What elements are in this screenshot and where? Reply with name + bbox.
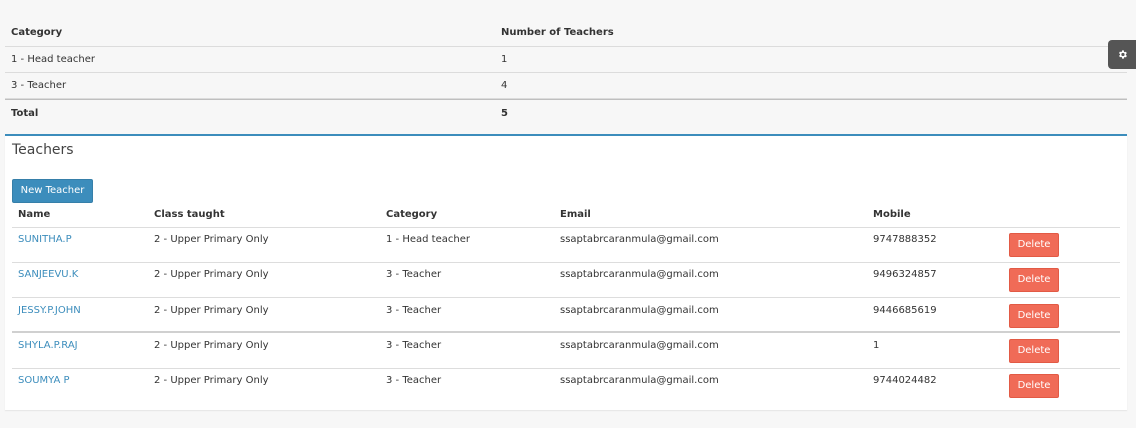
delete-button[interactable]: Delete [1009, 339, 1059, 363]
delete-button[interactable]: Delete [1009, 304, 1059, 328]
teacher-category: 3 - Teacher [386, 269, 442, 280]
teacher-name-link[interactable]: JESSY.P.JOHN [18, 305, 81, 316]
teacher-mobile: 9747888352 [873, 234, 937, 245]
delete-button[interactable]: Delete [1009, 268, 1059, 292]
column-header-email: Email [560, 209, 591, 220]
teacher-name-link[interactable]: SUNITHA.P [18, 234, 72, 245]
teacher-email: ssaptabrcaranmula@gmail.com [560, 340, 719, 351]
column-header-category: Category [386, 209, 438, 220]
summary-count: 4 [501, 80, 508, 91]
teacher-mobile: 9446685619 [873, 305, 937, 316]
table-row: SANJEEVU.K 2 - Upper Primary Only 3 - Te… [12, 262, 1120, 298]
column-header-class: Class taught [154, 209, 225, 220]
teacher-mobile: 9744024482 [873, 375, 937, 386]
table-row: SHYLA.P.RAJ 2 - Upper Primary Only 3 - T… [12, 333, 1120, 369]
summary-category: 3 - Teacher [11, 80, 67, 91]
summary-header-category: Category [11, 27, 63, 38]
settings-toggle-button[interactable] [1108, 40, 1136, 69]
summary-header-row: Category Number of Teachers [5, 20, 1127, 47]
teacher-mobile: 9496324857 [873, 269, 937, 280]
teacher-category: 3 - Teacher [386, 340, 442, 351]
teacher-name-link[interactable]: SHYLA.P.RAJ [18, 340, 78, 351]
delete-button[interactable]: Delete [1009, 374, 1059, 398]
summary-count: 1 [501, 54, 508, 65]
teacher-category: 3 - Teacher [386, 375, 442, 386]
teacher-class: 2 - Upper Primary Only [154, 234, 269, 245]
teachers-table-header: Name Class taught Category Email Mobile [12, 206, 1120, 228]
teacher-name-link[interactable]: SANJEEVU.K [18, 269, 78, 280]
summary-row: 1 - Head teacher 1 [5, 47, 1127, 73]
teacher-class: 2 - Upper Primary Only [154, 305, 269, 316]
summary-total-row: Total 5 [5, 99, 1127, 126]
summary-header-count: Number of Teachers [501, 27, 614, 38]
summary-row: 3 - Teacher 4 [5, 73, 1127, 99]
teacher-class: 2 - Upper Primary Only [154, 375, 269, 386]
teacher-email: ssaptabrcaranmula@gmail.com [560, 269, 719, 280]
teacher-email: ssaptabrcaranmula@gmail.com [560, 305, 719, 316]
panel-title: Teachers [12, 142, 74, 158]
gear-icon [1118, 50, 1127, 59]
teacher-email: ssaptabrcaranmula@gmail.com [560, 234, 719, 245]
table-row: JESSY.P.JOHN 2 - Upper Primary Only 3 - … [12, 297, 1120, 333]
table-row: SUNITHA.P 2 - Upper Primary Only 1 - Hea… [12, 227, 1120, 263]
summary-category: 1 - Head teacher [11, 54, 95, 65]
delete-button[interactable]: Delete [1009, 233, 1059, 257]
teachers-panel: Teachers New Teacher Name Class taught C… [5, 134, 1127, 410]
table-row: SOUMYA P 2 - Upper Primary Only 3 - Teac… [12, 368, 1120, 403]
category-summary-table: Category Number of Teachers 1 - Head tea… [5, 20, 1127, 126]
summary-total-label: Total [11, 108, 39, 119]
teacher-class: 2 - Upper Primary Only [154, 269, 269, 280]
teacher-mobile: 1 [873, 340, 880, 351]
teacher-name-link[interactable]: SOUMYA P [18, 375, 70, 386]
teacher-class: 2 - Upper Primary Only [154, 340, 269, 351]
teacher-category: 1 - Head teacher [386, 234, 470, 245]
column-header-mobile: Mobile [873, 209, 911, 220]
new-teacher-button[interactable]: New Teacher [12, 179, 93, 203]
teacher-category: 3 - Teacher [386, 305, 442, 316]
teacher-email: ssaptabrcaranmula@gmail.com [560, 375, 719, 386]
column-header-name: Name [18, 209, 51, 220]
summary-total-value: 5 [501, 108, 508, 119]
